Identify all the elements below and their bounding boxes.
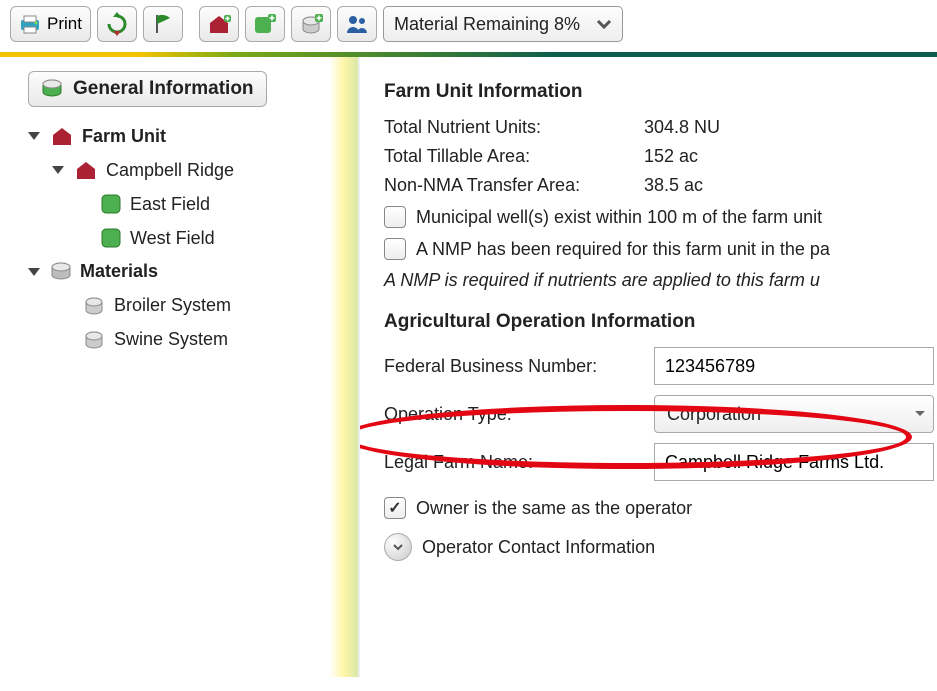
- tree-node-farm-unit[interactable]: Farm Unit: [28, 119, 348, 153]
- barn-icon: [50, 125, 74, 147]
- legal-farm-name-label: Legal Farm Name:: [384, 452, 654, 473]
- toolbar: Print Material Remaining 8%: [0, 0, 937, 48]
- operation-type-value: Corporation: [667, 404, 761, 425]
- tree-label: Campbell Ridge: [106, 160, 234, 181]
- total-nutrient-label: Total Nutrient Units:: [384, 117, 644, 138]
- municipal-well-label: Municipal well(s) exist within 100 m of …: [416, 207, 822, 228]
- tree-node-materials[interactable]: Materials: [28, 255, 348, 288]
- field-add-icon: [253, 13, 277, 35]
- printer-icon: [19, 14, 41, 34]
- tree-node-broiler-system[interactable]: Broiler System: [28, 288, 348, 322]
- municipal-well-checkbox[interactable]: [384, 206, 406, 228]
- refresh-icon: [105, 12, 129, 36]
- chevron-down-icon: [590, 10, 618, 38]
- operator-contact-expander[interactable]: Operator Contact Information: [384, 533, 937, 561]
- operation-type-label: Operation Type:: [384, 404, 654, 425]
- caret-down-icon: [28, 132, 40, 140]
- field-icon: [100, 193, 122, 215]
- barn-icon: [74, 159, 98, 181]
- flag-icon: [152, 13, 174, 35]
- people-button[interactable]: [337, 6, 377, 42]
- nonnma-area-value: 38.5 ac: [644, 175, 703, 196]
- print-label: Print: [47, 14, 82, 34]
- tree-label: Swine System: [114, 329, 228, 350]
- tillable-area-label: Total Tillable Area:: [384, 146, 644, 167]
- tree-label: Broiler System: [114, 295, 231, 316]
- tree: Farm Unit Campbell Ridge East Field We: [28, 119, 348, 356]
- tree-node-campbell-ridge[interactable]: Campbell Ridge: [28, 153, 348, 187]
- owner-same-checkbox[interactable]: [384, 497, 406, 519]
- tree-node-east-field[interactable]: East Field: [28, 187, 348, 221]
- chevron-down-icon: [913, 407, 927, 421]
- material-remaining-label: Material Remaining 8%: [394, 14, 580, 35]
- caret-down-icon: [52, 166, 64, 174]
- owner-same-label: Owner is the same as the operator: [416, 498, 692, 519]
- storage-icon: [82, 294, 106, 316]
- legal-farm-name-input[interactable]: [654, 443, 934, 481]
- farm-unit-info-title: Farm Unit Information: [384, 81, 937, 103]
- tree-label: East Field: [130, 194, 210, 215]
- cylinder-icon: [50, 262, 72, 282]
- storage-add-icon: [299, 13, 323, 35]
- total-nutrient-value: 304.8 NU: [644, 117, 720, 138]
- expand-down-icon: [384, 533, 412, 561]
- refresh-button[interactable]: [97, 6, 137, 42]
- operation-type-select[interactable]: Corporation: [654, 395, 934, 433]
- people-icon: [345, 13, 369, 35]
- add-barn-button[interactable]: [199, 6, 239, 42]
- add-storage-button[interactable]: [291, 6, 331, 42]
- material-remaining-dropdown[interactable]: Material Remaining 8%: [383, 6, 623, 42]
- barn-add-icon: [207, 13, 231, 35]
- main-panel: Farm Unit Information Total Nutrient Uni…: [360, 57, 937, 677]
- tree-label: West Field: [130, 228, 215, 249]
- tree-label: Farm Unit: [82, 126, 166, 147]
- field-icon: [100, 227, 122, 249]
- general-information-header[interactable]: General Information: [28, 71, 267, 107]
- info-icon: [41, 79, 63, 99]
- print-button[interactable]: Print: [10, 6, 91, 42]
- tree-node-swine-system[interactable]: Swine System: [28, 322, 348, 356]
- nmp-required-checkbox[interactable]: [384, 238, 406, 260]
- tree-node-west-field[interactable]: West Field: [28, 221, 348, 255]
- storage-icon: [82, 328, 106, 350]
- ag-op-info-title: Agricultural Operation Information: [384, 311, 937, 333]
- operator-contact-label: Operator Contact Information: [422, 537, 655, 558]
- fbn-input[interactable]: [654, 347, 934, 385]
- tillable-area-value: 152 ac: [644, 146, 698, 167]
- nmp-required-label: A NMP has been required for this farm un…: [416, 239, 830, 260]
- sidebar: General Information Farm Unit Campbell R…: [0, 57, 360, 677]
- nonnma-area-label: Non-NMA Transfer Area:: [384, 175, 644, 196]
- general-information-label: General Information: [73, 78, 254, 100]
- tree-label: Materials: [80, 261, 158, 282]
- caret-down-icon: [28, 268, 40, 276]
- fbn-label: Federal Business Number:: [384, 356, 654, 377]
- flag-button[interactable]: [143, 6, 183, 42]
- add-field-button[interactable]: [245, 6, 285, 42]
- nmp-note: A NMP is required if nutrients are appli…: [384, 270, 937, 291]
